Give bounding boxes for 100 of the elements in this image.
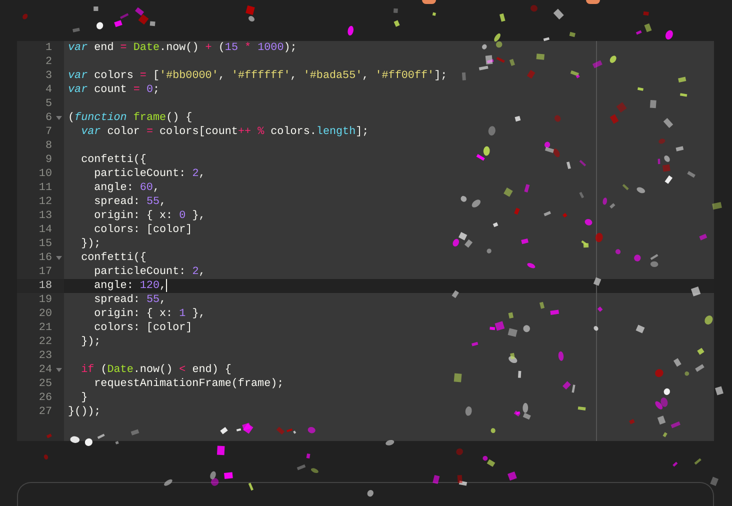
confetti-piece — [543, 37, 550, 42]
confetti-piece — [704, 316, 713, 324]
confetti-piece — [665, 30, 673, 40]
line-number: 19 — [38, 294, 53, 306]
code-line: }); — [80, 237, 101, 251]
confetti-piece — [678, 76, 686, 83]
line-number: 24 — [38, 364, 53, 376]
confetti-piece — [687, 171, 696, 178]
confetti-piece — [578, 406, 586, 410]
line-number: 23 — [38, 350, 53, 362]
line-number: 22 — [38, 336, 53, 348]
confetti-piece — [610, 56, 616, 63]
confetti-piece — [593, 277, 602, 286]
line-number: 13 — [38, 210, 53, 222]
confetti-piece — [452, 290, 459, 298]
confetti-piece — [72, 28, 80, 32]
code-line: var count = 0; — [67, 83, 160, 97]
line-number: 11 — [38, 182, 53, 194]
confetti-piece — [544, 211, 551, 216]
line-number: 6 — [45, 112, 53, 124]
confetti-piece — [348, 26, 354, 36]
line-number: 4 — [45, 84, 53, 96]
confetti-piece — [638, 87, 644, 91]
code-line: colors: [color] — [93, 321, 192, 335]
code-line: var color = colors[count++ % colors.length]; — [80, 125, 369, 139]
code-line: requestAnimationFrame(frame); — [93, 377, 284, 391]
code-line: spread: 55, — [93, 293, 166, 307]
code-line: }); — [80, 335, 101, 349]
line-number: 15 — [38, 238, 53, 250]
confetti-piece — [44, 454, 48, 460]
line-number: 1 — [45, 42, 53, 54]
confetti-piece — [115, 441, 119, 444]
confetti-piece — [569, 32, 576, 38]
line-number: 8 — [45, 140, 53, 152]
fold-arrow-icon[interactable] — [56, 116, 62, 120]
fold-arrow-icon[interactable] — [56, 368, 62, 372]
confetti-piece — [96, 22, 104, 30]
confetti-piece — [536, 54, 545, 60]
confetti-piece — [508, 312, 514, 318]
line-number: 2 — [45, 56, 53, 68]
confetti-piece — [216, 446, 225, 456]
confetti-piece — [594, 326, 598, 331]
confetti-piece — [492, 222, 498, 228]
confetti-piece — [367, 490, 374, 497]
confetti-piece — [248, 482, 254, 491]
confetti-piece — [465, 406, 472, 416]
code-line: } — [80, 391, 88, 405]
line-number: 25 — [38, 378, 53, 390]
line-number: 20 — [38, 308, 53, 320]
confetti-piece — [524, 184, 530, 192]
line-number: 17 — [38, 266, 53, 278]
confetti-piece — [488, 126, 496, 136]
confetti-piece — [715, 386, 724, 396]
confetti-piece — [393, 8, 398, 14]
line-number: 3 — [45, 70, 53, 82]
confetti-piece — [655, 369, 664, 378]
confetti-piece — [508, 471, 517, 481]
confetti-piece — [521, 238, 528, 244]
line-number: 27 — [38, 406, 53, 418]
code-line: angle: 120, — [93, 279, 166, 293]
confetti-piece — [164, 479, 172, 486]
confetti-piece — [490, 428, 496, 434]
code-line: confetti({ — [80, 153, 146, 167]
confetti-piece — [130, 429, 140, 436]
line-number: 5 — [45, 98, 53, 110]
confetti-piece — [672, 462, 678, 467]
code-line: origin: { x: 1 }, — [93, 307, 206, 321]
confetti-piece — [504, 188, 513, 197]
confetti-piece — [514, 116, 521, 122]
line-number: 10 — [38, 168, 53, 180]
confetti-piece — [499, 13, 506, 22]
confetti-piece — [699, 234, 708, 240]
code-line: confetti({ — [80, 251, 146, 265]
line-number: 21 — [38, 322, 53, 334]
confetti-piece — [432, 12, 436, 16]
line-number: 12 — [38, 196, 53, 208]
confetti-piece — [712, 202, 722, 210]
confetti-piece — [554, 115, 561, 122]
confetti-piece — [558, 351, 564, 361]
confetti-piece — [615, 249, 621, 254]
code-line: angle: 60, — [93, 181, 160, 195]
confetti-piece — [462, 72, 466, 80]
line-number: 18 — [38, 280, 53, 292]
code-line: colors: [color] — [93, 223, 192, 237]
confetti-piece — [386, 440, 394, 446]
code-line: origin: { x: 0 }, — [93, 209, 206, 223]
confetti-piece — [650, 100, 656, 108]
confetti-piece — [592, 60, 602, 68]
code-line: if (Date.now() < end) { — [80, 363, 232, 377]
fold-arrow-icon[interactable] — [56, 256, 62, 260]
confetti-piece — [472, 342, 478, 346]
confetti-piece — [629, 419, 635, 424]
code-line: var colors = ['#bb0000', '#ffffff', '#bada55', '#ff00ff']; — [67, 69, 448, 83]
confetti-piece — [530, 5, 538, 12]
confetti-piece — [694, 458, 702, 465]
confetti-piece — [636, 324, 645, 334]
confetti-piece — [308, 426, 316, 434]
code-line: var end = Date.now() + (15 * 1000); — [67, 41, 297, 55]
confetti-piece — [690, 286, 701, 296]
confetti-piece — [562, 212, 568, 218]
